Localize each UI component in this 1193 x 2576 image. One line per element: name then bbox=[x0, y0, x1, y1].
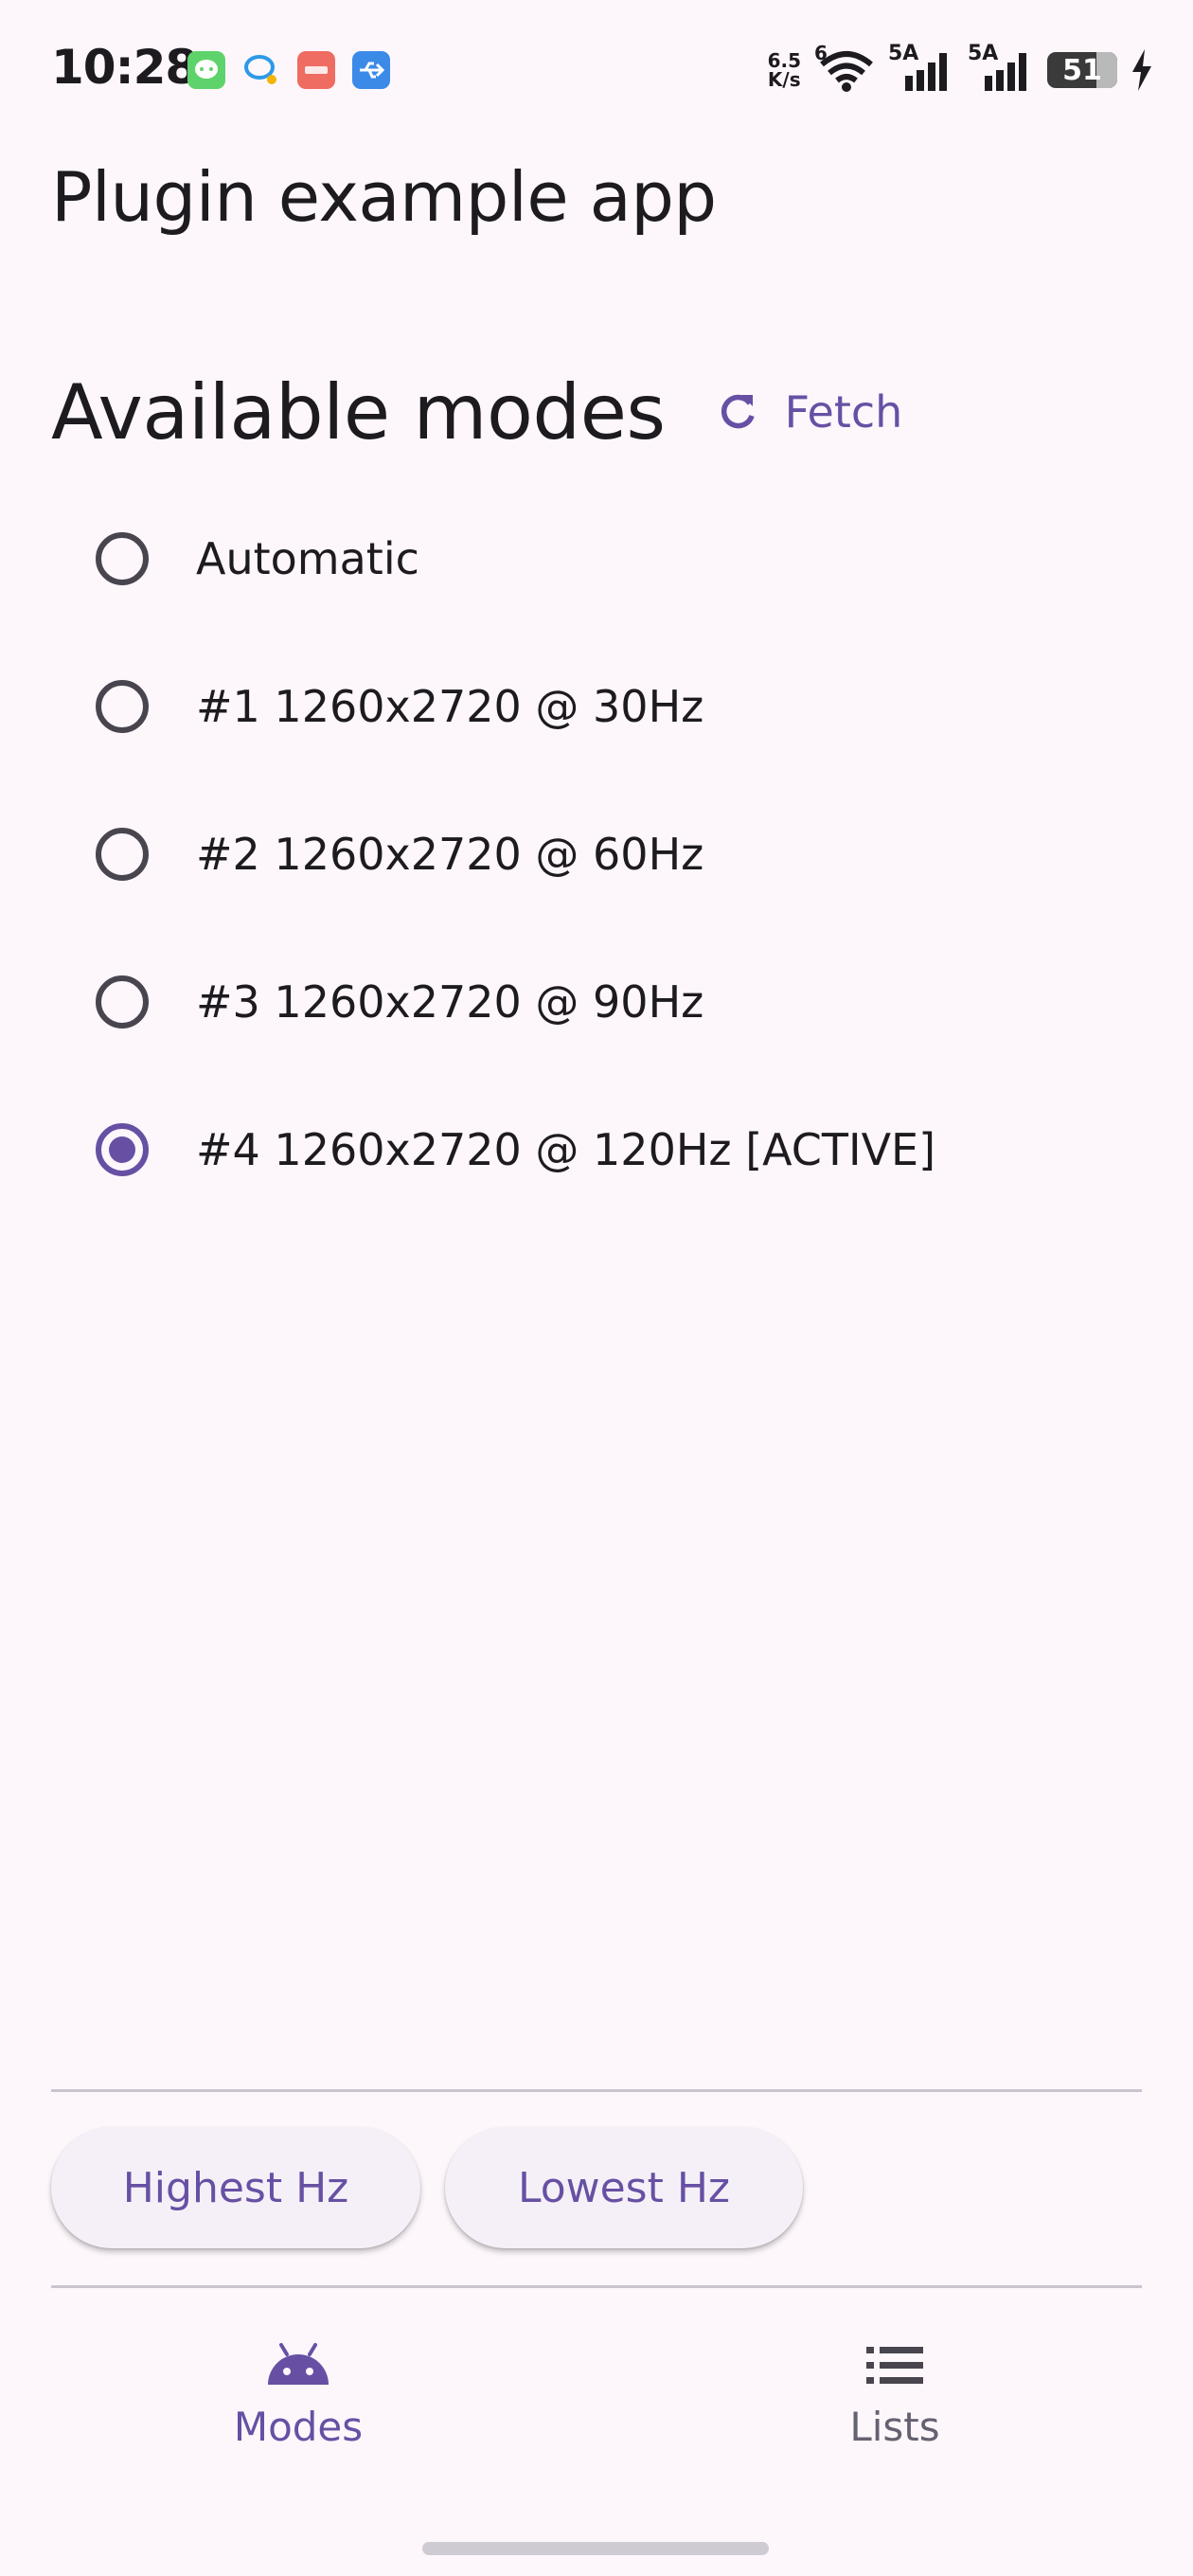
fetch-label: Fetch bbox=[784, 386, 903, 438]
radio-button[interactable] bbox=[96, 680, 149, 733]
nav-item-modes[interactable]: Modes bbox=[0, 2339, 596, 2450]
status-indicators: 6.5 K/s 6 5A 5A 51 bbox=[768, 42, 1153, 97]
mode-label: Automatic bbox=[196, 533, 419, 584]
sim2-label: 5A bbox=[968, 42, 999, 65]
fetch-button[interactable]: Fetch bbox=[703, 369, 915, 455]
status-time: 10:28 bbox=[51, 40, 198, 95]
android-icon bbox=[268, 2343, 329, 2385]
mode-option-4[interactable]: #4 1260x2720 @ 120Hz [ACTIVE] bbox=[0, 1076, 1193, 1224]
signal-sim2-icon: 5A bbox=[968, 42, 1034, 93]
nav-label-lists: Lists bbox=[849, 2404, 940, 2450]
mode-option-2[interactable]: #2 1260x2720 @ 60Hz bbox=[0, 780, 1193, 928]
network-speed: 6.5 K/s bbox=[768, 51, 801, 89]
radio-button-selected[interactable] bbox=[96, 1123, 149, 1176]
nav-label-modes: Modes bbox=[233, 2404, 364, 2450]
wifi-icon: 6 bbox=[814, 42, 875, 93]
chat-bubble-icon bbox=[242, 51, 280, 89]
modes-header: Available modes Fetch bbox=[51, 360, 914, 464]
refresh-icon bbox=[721, 394, 755, 429]
lowest-hz-button[interactable]: Lowest Hz bbox=[445, 2127, 803, 2248]
usb-icon bbox=[352, 51, 390, 89]
signal-sim1-icon: 5A bbox=[888, 42, 954, 93]
radio-button[interactable] bbox=[96, 975, 149, 1029]
sim1-label: 5A bbox=[888, 42, 919, 65]
app-title: Plugin example app bbox=[51, 157, 717, 237]
list-icon bbox=[866, 2347, 923, 2384]
message-app-icon bbox=[187, 51, 225, 89]
mode-label: #2 1260x2720 @ 60Hz bbox=[196, 829, 704, 880]
mode-option-1[interactable]: #1 1260x2720 @ 30Hz bbox=[0, 633, 1193, 780]
status-bar: 10:28 6.5 K/s 6 5A 5A 51 bbox=[0, 0, 1193, 140]
network-speed-value: 6.5 bbox=[767, 49, 801, 72]
mode-label: #4 1260x2720 @ 120Hz [ACTIVE] bbox=[196, 1124, 936, 1175]
charging-bolt-icon bbox=[1132, 49, 1151, 91]
section-title: Available modes bbox=[51, 367, 666, 456]
highest-hz-button[interactable]: Highest Hz bbox=[51, 2127, 420, 2248]
battery-level: 51 bbox=[1062, 53, 1102, 87]
radio-button[interactable] bbox=[96, 828, 149, 881]
radio-button[interactable] bbox=[96, 532, 149, 585]
wifi-label: 6 bbox=[814, 42, 828, 64]
divider-top bbox=[51, 2089, 1142, 2092]
bottom-navigation: Modes Lists bbox=[0, 2303, 1193, 2576]
red-app-icon bbox=[297, 51, 335, 89]
mode-option-3[interactable]: #3 1260x2720 @ 90Hz bbox=[0, 928, 1193, 1076]
mode-option-automatic[interactable]: Automatic bbox=[0, 485, 1193, 633]
divider-bottom bbox=[51, 2285, 1142, 2288]
nav-item-lists[interactable]: Lists bbox=[596, 2339, 1193, 2450]
network-speed-unit: K/s bbox=[767, 68, 801, 91]
home-indicator[interactable] bbox=[422, 2542, 769, 2555]
mode-label: #1 1260x2720 @ 30Hz bbox=[196, 681, 704, 732]
battery-icon: 51 bbox=[1047, 52, 1117, 88]
mode-label: #3 1260x2720 @ 90Hz bbox=[196, 976, 704, 1028]
mode-list: Automatic #1 1260x2720 @ 30Hz #2 1260x27… bbox=[0, 485, 1193, 1224]
action-row: Highest Hz Lowest Hz bbox=[51, 2127, 803, 2248]
